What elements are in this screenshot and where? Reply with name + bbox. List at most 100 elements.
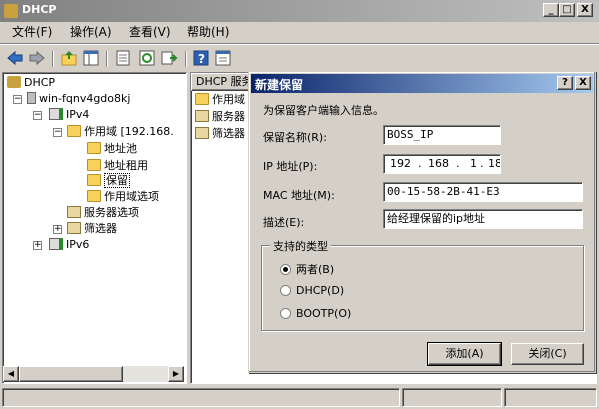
window-title: DHCP (22, 3, 57, 16)
ip-label: IP 地址(P): (263, 160, 318, 173)
name-input[interactable]: BOSS_IP (383, 125, 501, 145)
description-input[interactable]: 给经理保留的ip地址 (383, 209, 583, 229)
toolbar-separator (185, 51, 187, 67)
svg-text:?: ? (198, 52, 205, 66)
menu-view[interactable]: 查看(V) (129, 22, 171, 42)
ip-address-input[interactable]: 192 . 168 . 1 . 188 (383, 154, 501, 174)
tree-scope[interactable]: 作用域 [192.168. (67, 124, 174, 140)
tree-scope-label: 作用域 [192.168. (84, 125, 174, 138)
tree-h-scrollbar[interactable]: ◀ ▶ (3, 366, 184, 382)
ip-octet[interactable]: 168 (428, 155, 449, 173)
tree-ipv6-label: IPv6 (66, 238, 90, 251)
dialog-titlebar: 新建保留 ? X (251, 74, 593, 93)
status-bar-left (2, 388, 400, 407)
folder-icon (195, 93, 209, 105)
tree-ipv6[interactable]: IPv6 (49, 237, 89, 253)
back-icon[interactable] (6, 49, 24, 67)
toolbar-separator (106, 51, 108, 67)
supported-types-legend: 支持的类型 (270, 238, 331, 254)
toolbar: ? (0, 45, 599, 71)
close-button[interactable]: X (577, 3, 593, 17)
tree-filters[interactable]: 筛选器 (67, 221, 117, 237)
tree-reservations-label: 保留 (104, 173, 130, 188)
ip-dot: . (456, 157, 460, 170)
ip-octet[interactable]: 188 (488, 155, 500, 173)
tree-address-leases[interactable]: 地址租用 (87, 158, 148, 174)
radio-indicator (280, 285, 291, 296)
description-label: 描述(E): (263, 216, 305, 229)
tree-ipv4-label: IPv4 (66, 108, 90, 121)
menu-action[interactable]: 操作(A) (70, 22, 112, 42)
radio-both-label: 两者(B) (296, 263, 335, 276)
filter-icon (195, 127, 209, 139)
ipv6-icon (49, 238, 63, 250)
expand-collapse-icon[interactable]: − (53, 128, 62, 137)
status-bar-right (504, 388, 597, 407)
tree-reservations[interactable]: 保留 (87, 173, 130, 189)
menu-help[interactable]: 帮助(H) (187, 22, 229, 42)
filter-icon (67, 222, 81, 234)
name-label: 保留名称(R): (263, 131, 327, 144)
up-icon[interactable] (60, 49, 78, 67)
ipv4-icon (49, 108, 63, 120)
tree-filters-label: 筛选器 (84, 222, 117, 235)
tree-server-options[interactable]: 服务器选项 (67, 205, 139, 221)
expand-collapse-icon[interactable]: − (33, 111, 42, 120)
add-button[interactable]: 添加(A) (427, 342, 502, 366)
folder-icon (87, 142, 101, 154)
scroll-left-button[interactable]: ◀ (3, 366, 19, 382)
tree-address-pool[interactable]: 地址池 (87, 141, 137, 157)
tree-root-label: DHCP (24, 76, 56, 89)
folder-icon (67, 125, 81, 137)
radio-bootp[interactable]: BOOTP(O) (280, 307, 351, 320)
dialog-close-button[interactable]: X (575, 76, 591, 90)
expand-collapse-icon[interactable]: − (13, 95, 22, 104)
dialog-help-button[interactable]: ? (557, 76, 573, 90)
tree-pane: DHCP − win-fqnv4gdo8kj − IPv4 − 作用域 [192… (2, 72, 187, 384)
export-icon[interactable] (114, 49, 132, 67)
scroll-thumb[interactable] (19, 366, 123, 382)
scroll-right-button[interactable]: ▶ (168, 366, 184, 382)
radio-dhcp-label: DHCP(D) (296, 284, 345, 297)
tree-scope-options[interactable]: 作用域选项 (87, 189, 159, 205)
trophy-icon (7, 76, 21, 88)
list-item[interactable]: 筛选器 (195, 126, 245, 142)
new-reservation-dialog: 新建保留 ? X 为保留客户端输入信息。 保留名称(R): BOSS_IP IP… (248, 71, 596, 373)
dialog-title: 新建保留 (255, 78, 304, 92)
tree-address-leases-label: 地址租用 (104, 159, 148, 172)
export-list-icon[interactable] (160, 49, 178, 67)
server-options-icon (195, 110, 209, 122)
radio-indicator (280, 308, 291, 319)
folder-icon (87, 190, 101, 202)
tree-server-options-label: 服务器选项 (84, 206, 139, 219)
expand-collapse-icon[interactable]: + (53, 225, 62, 234)
refresh-icon[interactable] (138, 49, 156, 67)
ip-octet[interactable]: 1 (470, 155, 477, 173)
radio-bootp-label: BOOTP(O) (296, 307, 352, 320)
list-item[interactable]: 服务器 (195, 109, 245, 125)
properties-icon[interactable] (214, 49, 232, 67)
minimize-button[interactable]: _ (543, 3, 559, 17)
app-icon (4, 4, 18, 18)
instructions-text: 为保留客户端输入信息。 (263, 104, 384, 117)
ip-dot: . (480, 157, 484, 170)
radio-both[interactable]: 两者(B) (280, 261, 334, 277)
ip-octet[interactable]: 192 (390, 155, 411, 173)
maximize-button[interactable]: □ (559, 3, 575, 17)
close-dialog-button[interactable]: 关闭(C) (511, 343, 584, 365)
show-hide-tree-icon[interactable] (82, 49, 100, 67)
menu-bar: 文件(F) 操作(A) 查看(V) 帮助(H) (0, 22, 599, 42)
server-icon (27, 92, 36, 104)
tree-ipv4[interactable]: IPv4 (49, 107, 89, 123)
list-item[interactable]: 作用域 (195, 92, 245, 108)
forward-icon[interactable] (28, 49, 46, 67)
tree-root[interactable]: DHCP (7, 75, 55, 91)
mac-input[interactable]: 00-15-58-2B-41-E3 (383, 182, 583, 202)
help-icon[interactable]: ? (192, 49, 210, 67)
toolbar-separator (52, 51, 54, 67)
menu-file[interactable]: 文件(F) (12, 22, 52, 42)
tree-server[interactable]: win-fqnv4gdo8kj (27, 91, 130, 107)
expand-collapse-icon[interactable]: + (33, 241, 42, 250)
window-titlebar: DHCP _ □ X (0, 0, 599, 22)
radio-dhcp[interactable]: DHCP(D) (280, 284, 344, 297)
